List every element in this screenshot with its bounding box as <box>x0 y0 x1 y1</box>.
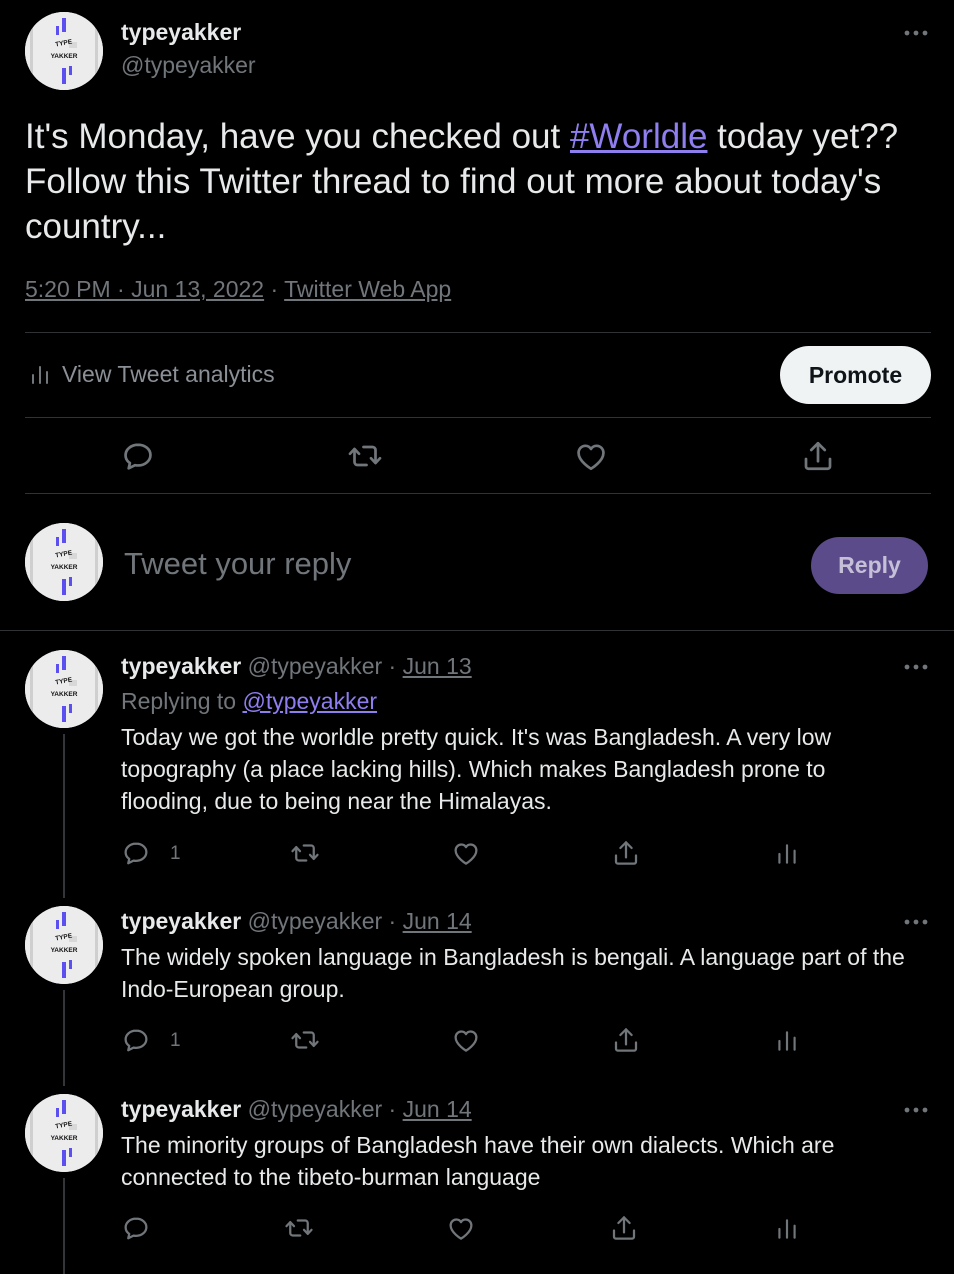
meta-separator: · <box>264 276 285 302</box>
reply-text: The minority groups of Bangladesh have t… <box>121 1132 835 1190</box>
reply-author-handle[interactable]: @typeyakker <box>248 653 383 679</box>
replying-to: Replying to @typeyakker <box>121 688 377 715</box>
tweet-timestamp[interactable]: 5:20 PM · Jun 13, 2022 <box>25 276 264 302</box>
divider <box>25 332 931 333</box>
reply-count: 1 <box>170 1030 181 1051</box>
reply-icon[interactable] <box>121 1025 151 1055</box>
reply-date[interactable]: Jun 13 <box>403 653 472 679</box>
like-icon[interactable] <box>451 1025 481 1055</box>
analytics-icon[interactable] <box>774 1027 800 1055</box>
divider <box>25 493 931 494</box>
reply-header: typeyakker @typeyakker · Jun 14 <box>121 1096 472 1123</box>
author-handle[interactable]: @typeyakker <box>121 52 256 79</box>
tweet-meta: 5:20 PM · Jun 13, 2022 · Twitter Web App <box>25 276 451 303</box>
promote-button[interactable]: Promote <box>780 346 931 404</box>
author-name[interactable]: typeyakker <box>121 19 241 46</box>
avatar[interactable]: TYPE YAKKER <box>25 523 103 601</box>
avatar[interactable]: TYPE YAKKER <box>25 12 103 90</box>
reply-dot: · <box>382 653 403 679</box>
reply-author-name[interactable]: typeyakker <box>121 1096 241 1122</box>
reply-icon[interactable] <box>121 838 151 868</box>
reply-input[interactable]: Tweet your reply <box>124 546 764 582</box>
more-icon[interactable] <box>903 29 929 37</box>
reply-author-name[interactable]: typeyakker <box>121 653 241 679</box>
reply-text: Today we got the worldle pretty quick. I… <box>121 724 832 814</box>
avatar[interactable]: TYPE YAKKER <box>25 906 103 984</box>
like-icon[interactable] <box>573 438 609 474</box>
share-icon[interactable] <box>609 1213 639 1243</box>
reply-author-name[interactable]: typeyakker <box>121 908 241 934</box>
thread-line <box>63 990 65 1086</box>
thread-line <box>63 734 65 898</box>
reply-text: The widely spoken language in Bangladesh… <box>121 944 905 1002</box>
more-icon[interactable] <box>903 918 929 926</box>
tweet-text: It's Monday, have you checked out #World… <box>25 114 940 249</box>
reply-icon[interactable] <box>121 1213 151 1243</box>
reply-date[interactable]: Jun 14 <box>403 1096 472 1122</box>
retweet-icon[interactable] <box>290 838 320 868</box>
share-icon[interactable] <box>611 838 641 868</box>
reply-header: typeyakker @typeyakker · Jun 14 <box>121 908 472 935</box>
like-icon[interactable] <box>446 1213 476 1243</box>
hashtag-link[interactable]: #Worldle <box>570 117 707 156</box>
reply-dot: · <box>382 1096 403 1122</box>
divider <box>25 417 931 418</box>
avatar-text-yakker: YAKKER <box>51 564 78 571</box>
retweet-icon[interactable] <box>290 1025 320 1055</box>
avatar[interactable]: TYPE YAKKER <box>25 650 103 728</box>
reply-author-handle[interactable]: @typeyakker <box>248 908 383 934</box>
avatar-text-yakker: YAKKER <box>51 53 78 60</box>
avatar-text-yakker: YAKKER <box>51 947 78 954</box>
reply-button[interactable]: Reply <box>811 537 928 594</box>
analytics-icon[interactable] <box>774 1215 800 1243</box>
reply-dot: · <box>382 908 403 934</box>
tweet-source[interactable]: Twitter Web App <box>284 276 451 302</box>
reply-count: 1 <box>170 843 181 864</box>
retweet-icon[interactable] <box>347 438 383 474</box>
thread-line <box>63 1178 65 1274</box>
share-icon[interactable] <box>800 438 836 474</box>
avatar-text-yakker: YAKKER <box>51 1135 78 1142</box>
reply-author-handle[interactable]: @typeyakker <box>248 1096 383 1122</box>
reply-date[interactable]: Jun 14 <box>403 908 472 934</box>
reply-icon[interactable] <box>120 438 156 474</box>
analytics-icon <box>28 362 52 388</box>
reply-header: typeyakker @typeyakker · Jun 13 <box>121 653 472 680</box>
tweet-text-before: It's Monday, have you checked out <box>25 117 570 156</box>
replying-prefix: Replying to <box>121 688 243 714</box>
analytics-label: View Tweet analytics <box>62 361 275 387</box>
avatar[interactable]: TYPE YAKKER <box>25 1094 103 1172</box>
more-icon[interactable] <box>903 1106 929 1114</box>
like-icon[interactable] <box>451 838 481 868</box>
avatar-text-yakker: YAKKER <box>51 691 78 698</box>
more-icon[interactable] <box>903 663 929 671</box>
replying-to-link[interactable]: @typeyakker <box>242 688 377 714</box>
analytics-icon[interactable] <box>774 840 800 868</box>
share-icon[interactable] <box>611 1025 641 1055</box>
retweet-icon[interactable] <box>284 1213 314 1243</box>
divider <box>0 630 954 631</box>
